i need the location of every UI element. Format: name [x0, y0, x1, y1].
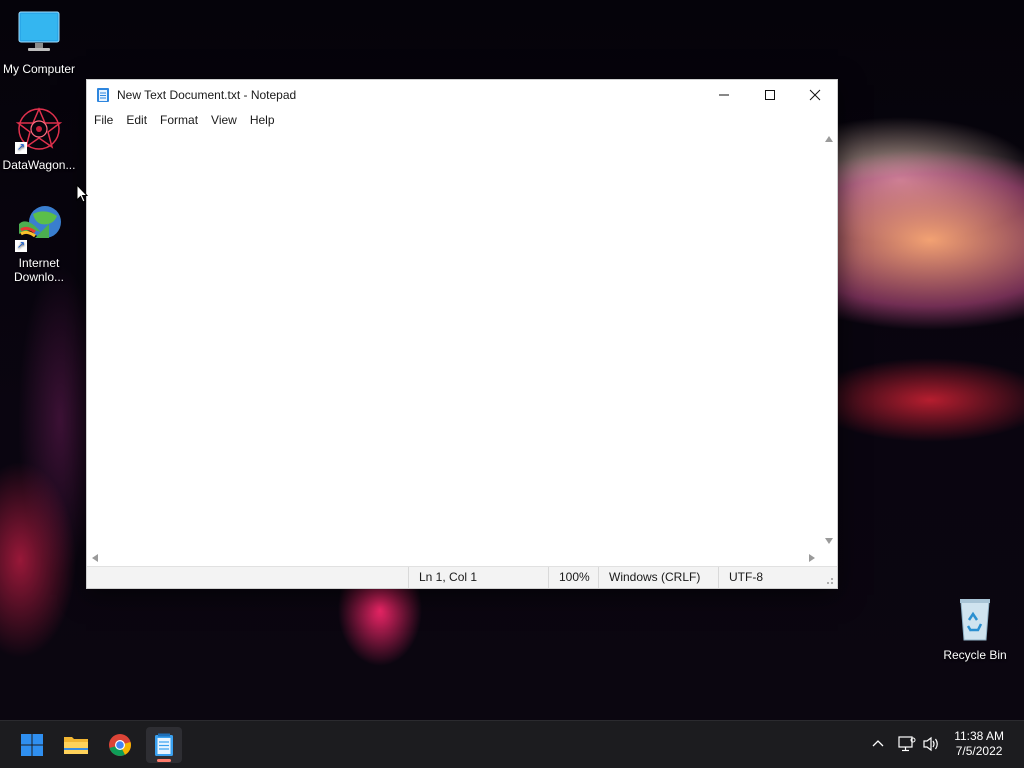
notepad-icon — [97, 87, 109, 102]
text-editor[interactable] — [87, 131, 821, 551]
desktop-icon-internet-download-manager[interactable]: ↗ Internet Downlo... — [1, 204, 77, 284]
file-explorer-icon — [64, 737, 88, 754]
chevron-up-icon[interactable] — [872, 739, 884, 747]
menu-edit[interactable]: Edit — [121, 110, 155, 130]
status-line-ending: Windows (CRLF) — [598, 567, 718, 588]
shortcut-arrow-icon: ↗ — [15, 240, 27, 252]
status-cursor-position: Ln 1, Col 1 — [408, 567, 548, 588]
scroll-down-arrow-icon[interactable] — [825, 538, 833, 544]
maximize-button[interactable] — [747, 80, 793, 109]
start-button[interactable] — [14, 727, 50, 763]
desktop-icon-recycle-bin[interactable]: Recycle Bin — [937, 596, 1013, 662]
menu-bar: File Edit Format View Help — [87, 109, 837, 131]
menu-file[interactable]: File — [89, 110, 121, 130]
status-zoom: 100% — [548, 567, 598, 588]
clock-time: 11:38 AM — [954, 729, 1004, 743]
volume-icon[interactable] — [922, 736, 940, 752]
internet-download-manager-icon: ↗ — [15, 204, 63, 252]
scroll-left-arrow-icon[interactable] — [92, 554, 98, 562]
scroll-up-arrow-icon[interactable] — [825, 136, 833, 142]
scrollbar-corner — [821, 551, 837, 565]
maximize-icon — [765, 89, 775, 100]
close-button[interactable] — [792, 80, 838, 109]
close-icon — [809, 89, 821, 100]
taskbar-file-explorer[interactable] — [58, 727, 94, 763]
notepad-icon — [155, 733, 173, 756]
scroll-right-arrow-icon[interactable] — [809, 554, 815, 562]
minimize-button[interactable] — [701, 80, 747, 109]
chrome-icon — [109, 734, 131, 756]
desktop-icon-my-computer[interactable]: My Computer — [1, 10, 77, 76]
notepad-window: New Text Document.txt - Notepad File Edi… — [86, 79, 838, 589]
taskbar-chrome[interactable] — [102, 727, 138, 763]
horizontal-scrollbar[interactable] — [87, 551, 821, 565]
window-title: New Text Document.txt - Notepad — [117, 87, 297, 102]
status-bar: Ln 1, Col 1 100% Windows (CRLF) UTF-8 — [87, 566, 837, 588]
monitor-icon — [15, 10, 63, 58]
title-bar[interactable]: New Text Document.txt - Notepad — [87, 80, 837, 109]
desktop-icon-label: Internet Downlo... — [13, 256, 65, 284]
shortcut-arrow-icon: ↗ — [15, 142, 27, 154]
network-icon[interactable] — [898, 736, 916, 752]
clock-date: 7/5/2022 — [955, 744, 1003, 758]
vertical-scrollbar[interactable] — [821, 131, 837, 551]
taskbar: 11:38 AM 7/5/2022 — [0, 720, 1024, 768]
menu-format[interactable]: Format — [155, 110, 206, 130]
desktop-icon-datawagon[interactable]: ↗ DataWagon... — [1, 106, 77, 172]
active-app-indicator — [157, 759, 171, 762]
mouse-cursor-icon — [76, 184, 88, 203]
status-encoding: UTF-8 — [718, 567, 818, 588]
menu-help[interactable]: Help — [245, 110, 283, 130]
desktop-icon-label: Recycle Bin — [943, 648, 1007, 662]
taskbar-clock[interactable]: 11:38 AM 7/5/2022 — [954, 729, 1004, 759]
datawagon-icon: ↗ — [15, 106, 63, 154]
desktop-icon-label: My Computer — [2, 62, 76, 76]
start-icon — [21, 734, 43, 756]
desktop-icon-label: DataWagon... — [2, 158, 76, 172]
menu-view[interactable]: View — [206, 110, 245, 130]
recycle-bin-icon — [951, 596, 999, 644]
minimize-icon — [719, 94, 729, 95]
resize-grip-icon[interactable] — [824, 575, 834, 585]
taskbar-notepad[interactable] — [146, 727, 182, 763]
